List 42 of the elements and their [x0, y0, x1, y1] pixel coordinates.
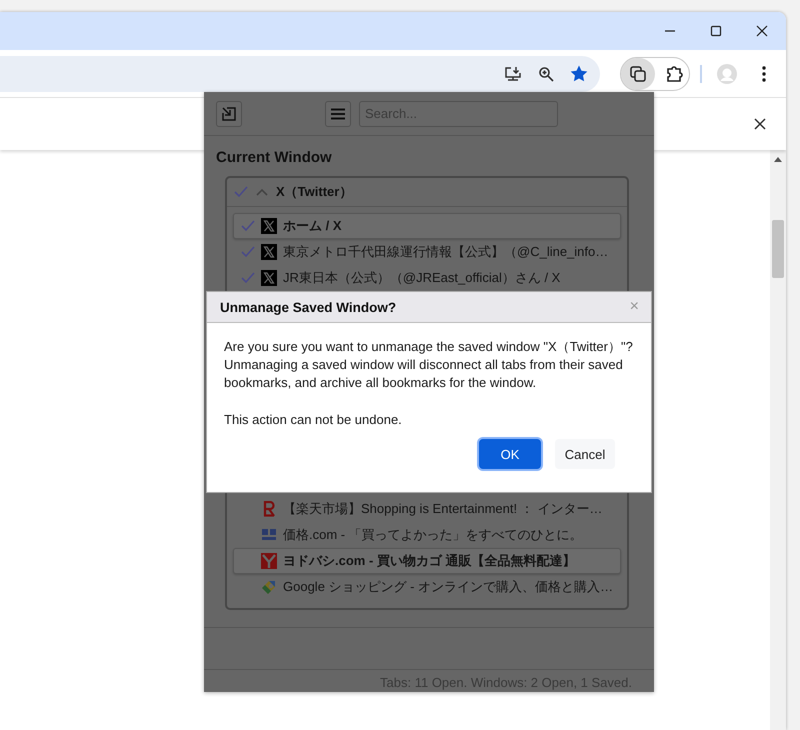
popout-icon: [222, 106, 236, 120]
tab-item[interactable]: 【楽天市場】Shopping is Entertainment! ： インター…: [233, 496, 621, 522]
x-logo-icon: [261, 218, 277, 234]
warning-text: This action can not be undone.: [224, 411, 403, 429]
close-icon[interactable]: [754, 118, 766, 130]
tab-item[interactable]: Google ショッピング - オンラインで購入、価格と購入…: [233, 574, 621, 600]
site-logo-icon: [261, 528, 277, 542]
menu-icon[interactable]: [762, 66, 766, 82]
cancel-button[interactable]: Cancel: [555, 439, 615, 469]
check-icon[interactable]: [241, 246, 255, 258]
x-logo-icon: [261, 244, 277, 260]
tab-manager-extension-icon[interactable]: [621, 58, 655, 90]
window-title[interactable]: X（Twitter）: [276, 183, 352, 201]
check-icon[interactable]: [234, 186, 248, 198]
tab-item[interactable]: ヨドバシ.com - 買い物カゴ 通販【全品無料配達】: [233, 548, 621, 574]
close-button[interactable]: ×: [626, 298, 643, 316]
y-logo-icon: [261, 553, 277, 569]
tab-item[interactable]: ホーム / X: [233, 213, 621, 239]
tab-item[interactable]: 東京メトロ千代田線運行情報【公式】（@C_line_info…: [233, 239, 621, 265]
star-icon[interactable]: [570, 65, 588, 82]
popout-button[interactable]: [216, 100, 242, 126]
tag-icon: [261, 579, 277, 595]
dialog-title: Unmanage Saved Window?: [220, 300, 396, 314]
section-title: Current Window: [216, 149, 333, 166]
tab-item[interactable]: JR東日本（公式）（@JREast_official）さん / X: [233, 265, 621, 291]
puzzle-icon[interactable]: [665, 64, 683, 82]
scroll-thumb[interactable]: [772, 220, 784, 278]
scroll-up-icon[interactable]: [774, 156, 782, 162]
maximize-icon[interactable]: [710, 25, 722, 37]
ok-button[interactable]: OK: [479, 439, 541, 469]
check-icon[interactable]: [241, 220, 255, 232]
check-icon[interactable]: [241, 272, 255, 284]
close-icon[interactable]: [756, 25, 768, 37]
dialog-message: Are you sure you want to unmanage the saved window "X（Twitter）"? Unmanaging a saved window will disconnect all tabs from their saved bookmarks, and archive all bookmarks for the window.: [224, 338, 634, 392]
zoom-icon[interactable]: [538, 66, 554, 82]
install-icon[interactable]: [504, 66, 522, 82]
r-logo-icon: [261, 501, 277, 517]
menu-button[interactable]: [325, 100, 351, 126]
scrollbar[interactable]: [770, 150, 786, 730]
tab-item[interactable]: 価格.com - 「買ってよかった」をすべてのひとに。: [233, 522, 621, 548]
x-logo-icon: [261, 270, 277, 286]
menu-icon: [331, 108, 345, 120]
